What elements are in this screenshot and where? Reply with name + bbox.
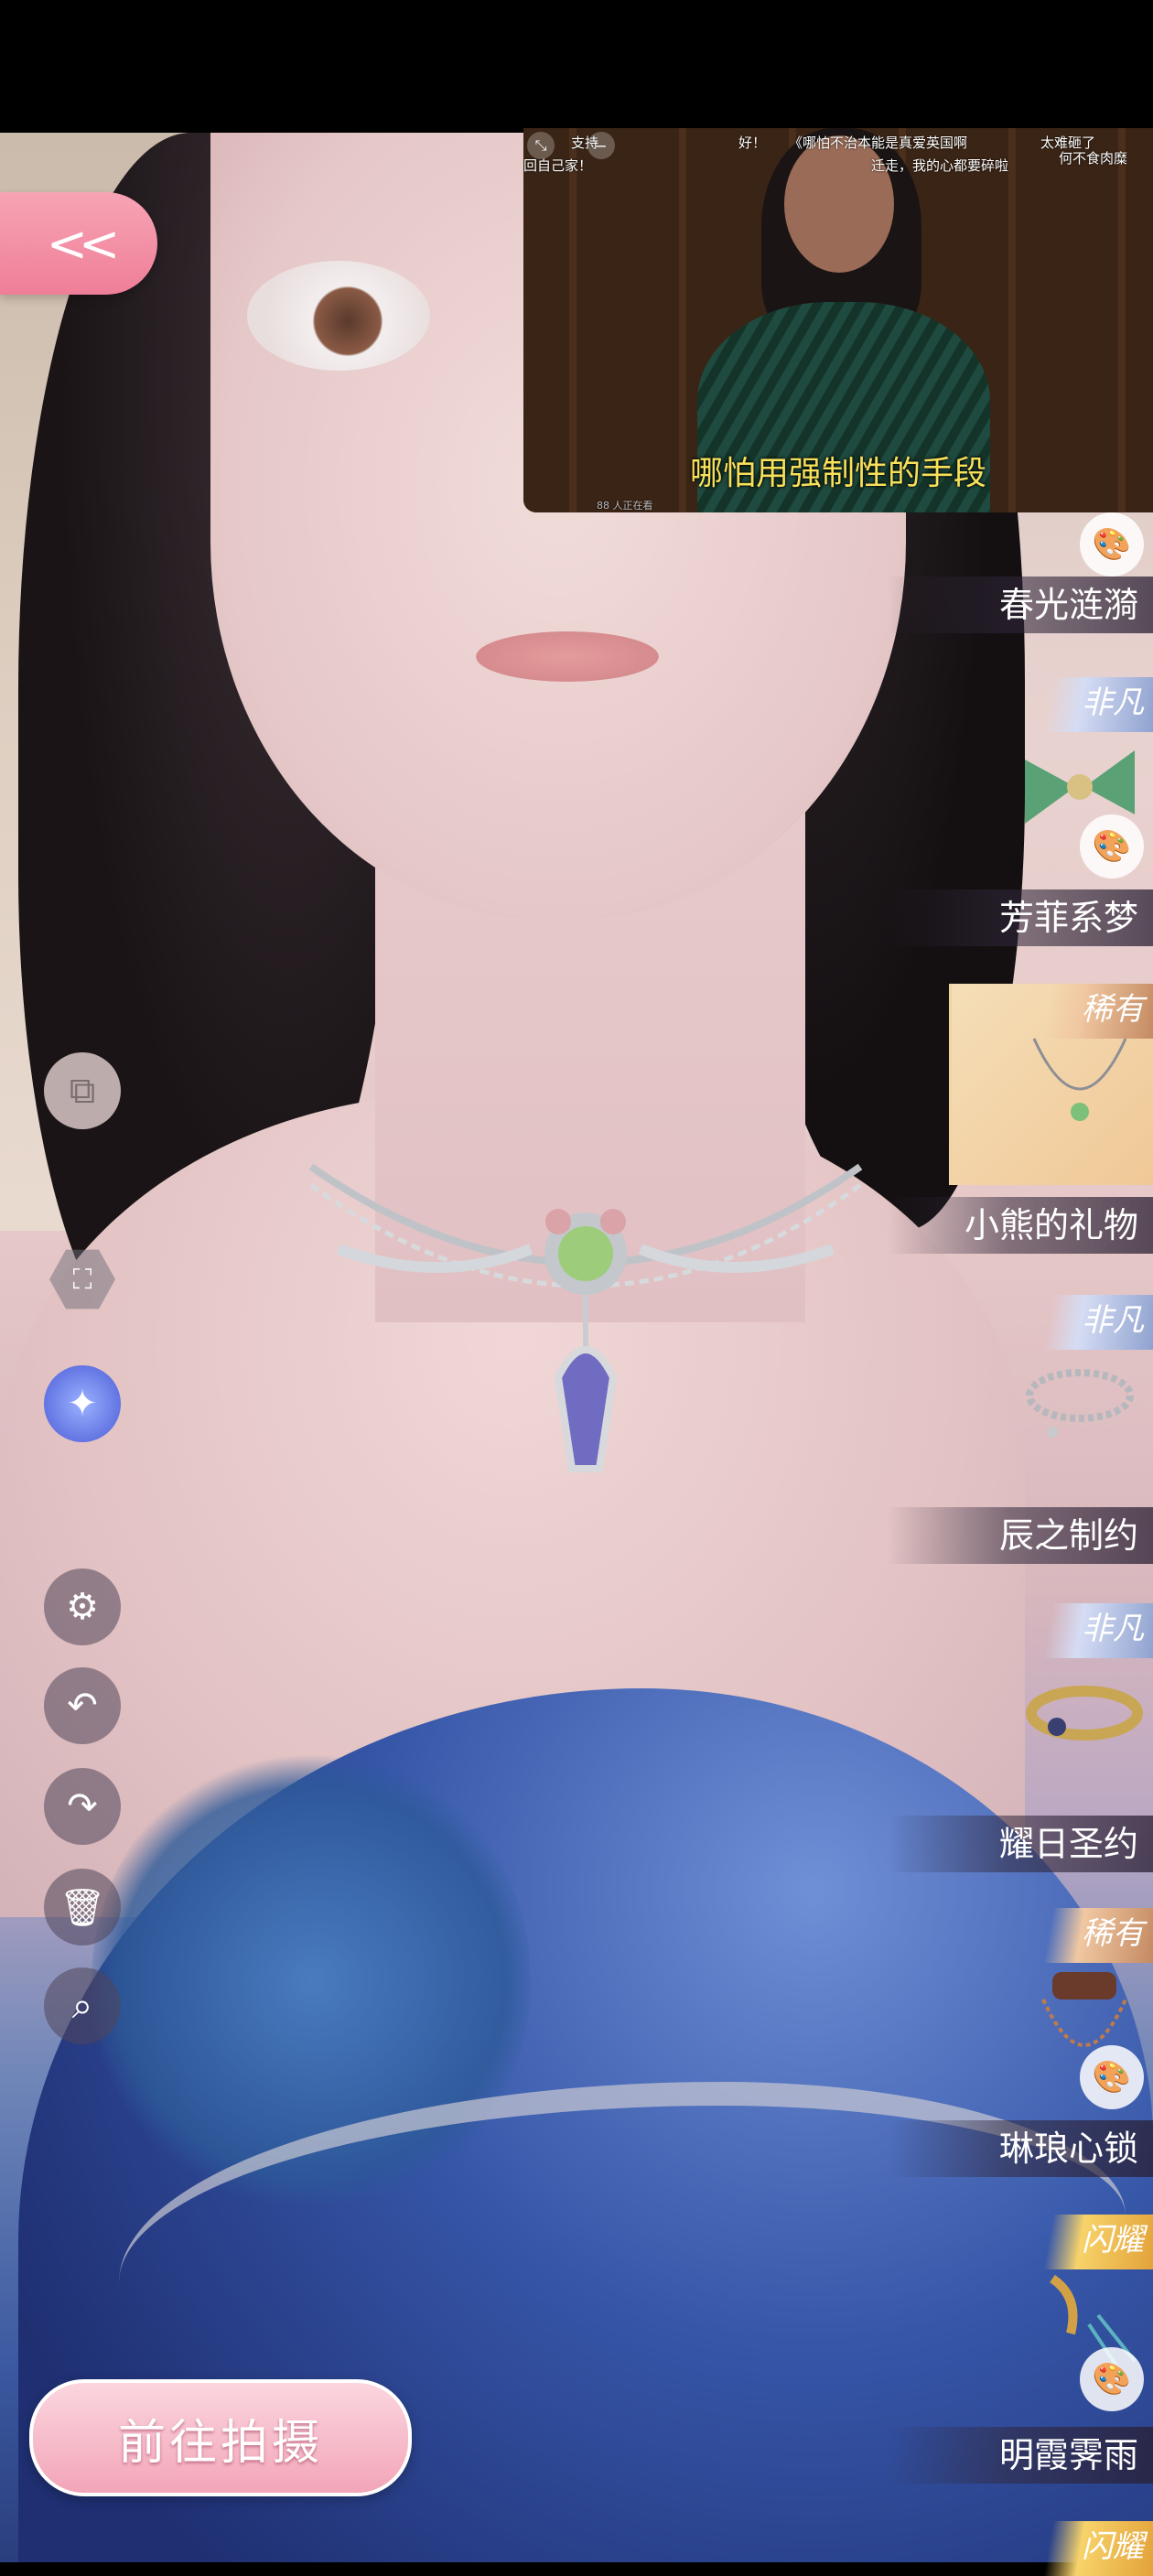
trash-icon: 🗑 — [59, 1886, 106, 1929]
item-card[interactable]: 闪耀 — [952, 2521, 1153, 2576]
item-card[interactable]: 非凡 🎨 芳菲系梦 — [888, 677, 1153, 952]
pip-shrink-button[interactable]: ⤡ — [527, 132, 555, 159]
item-card[interactable]: 稀有 🎨 琳琅心锁 — [888, 1908, 1153, 2183]
back-button[interactable]: << — [0, 192, 157, 295]
danmaku-comment: 回自己家！ — [523, 157, 593, 174]
video-overlay[interactable]: 支持 好！ 《哪怕不治本能是真爱英国啊 太难砸了 回自己家！ 迁走，我的心都要碎… — [523, 128, 1153, 512]
shrink-icon: ⤡ — [534, 136, 547, 154]
undo-button[interactable]: ↶ — [44, 1667, 121, 1744]
palette-icon: 🎨 — [1092, 2361, 1132, 2398]
effect-button[interactable]: ✦ — [44, 1365, 121, 1442]
redo-button[interactable]: ↷ — [44, 1768, 121, 1845]
dye-button[interactable]: 🎨 — [1080, 2045, 1144, 2109]
danmaku-comment: 迁走，我的心都要碎啦 — [871, 157, 1009, 174]
item-card[interactable]: 非凡 耀日圣约 — [888, 1603, 1153, 1878]
bracelet-thumbnail — [1026, 1686, 1143, 1741]
danmaku-comment: 何不食肉糜 — [1059, 150, 1128, 167]
pip-close-button[interactable]: − — [587, 132, 615, 159]
item-name: 耀日圣约 — [888, 1816, 1153, 1872]
redo-icon: ↷ — [67, 1785, 98, 1827]
lips — [476, 631, 659, 682]
palette-icon: 🎨 — [1092, 2059, 1132, 2096]
viewer-count: 88 人正在看 — [597, 500, 653, 512]
item-card-selected[interactable]: 稀有 小熊的礼物 — [888, 984, 1153, 1258]
item-name: 芳菲系梦 — [888, 889, 1153, 946]
star-wand-icon: ✦ — [67, 1383, 98, 1425]
palette-icon: 🎨 — [1092, 828, 1132, 865]
necklace-thumbnail — [1032, 1038, 1127, 1121]
danmaku-comment: 好！ — [738, 135, 767, 151]
dye-button[interactable]: 🎨 — [1080, 2347, 1144, 2411]
item-card[interactable]: 🎨 春光涟漪 — [888, 512, 1153, 641]
zoom-button[interactable]: ⌕ — [44, 1967, 121, 2044]
palette-icon: 🎨 — [1092, 526, 1132, 563]
item-name: 明霞霁雨 — [888, 2427, 1153, 2484]
item-name: 辰之制约 — [888, 1507, 1153, 1564]
add-layer-button[interactable]: ⧉ — [44, 1052, 121, 1129]
magnifier-icon: ⌕ — [71, 1985, 93, 2027]
rarity-badge: 闪耀 — [1034, 2521, 1153, 2576]
item-name: 琳琅心锁 — [888, 2120, 1153, 2177]
go-to-photo-button[interactable]: 前往拍摄 — [29, 2379, 412, 2496]
dye-button[interactable]: 🎨 — [1080, 512, 1144, 577]
item-name: 春光涟漪 — [888, 577, 1153, 633]
choker-thumbnail — [1026, 1369, 1134, 1438]
dye-button[interactable]: 🎨 — [1080, 814, 1144, 878]
necklace — [308, 1163, 863, 1472]
settings-button[interactable]: ⚙ — [44, 1568, 121, 1645]
undo-icon: ↶ — [67, 1685, 98, 1727]
gear-icon: ⚙ — [66, 1586, 99, 1628]
item-card[interactable]: 闪耀 🎨 明霞霁雨 — [888, 2215, 1153, 2489]
item-card[interactable]: 非凡 辰之制约 — [888, 1295, 1153, 1569]
video-subtitle: 哪怕用强制性的手段 — [689, 455, 986, 492]
delete-button[interactable]: 🗑 — [44, 1869, 121, 1945]
add-layer-icon: ⧉ — [69, 1070, 96, 1112]
expand-icon: ⛶ — [72, 1263, 92, 1296]
double-chevron-left-icon: << — [46, 214, 120, 273]
close-icon: − — [595, 136, 608, 155]
left-eye — [247, 261, 430, 371]
item-name: 小熊的礼物 — [888, 1197, 1153, 1254]
danmaku-comment: 《哪怕不治本能是真爱英国啊 — [789, 135, 968, 151]
